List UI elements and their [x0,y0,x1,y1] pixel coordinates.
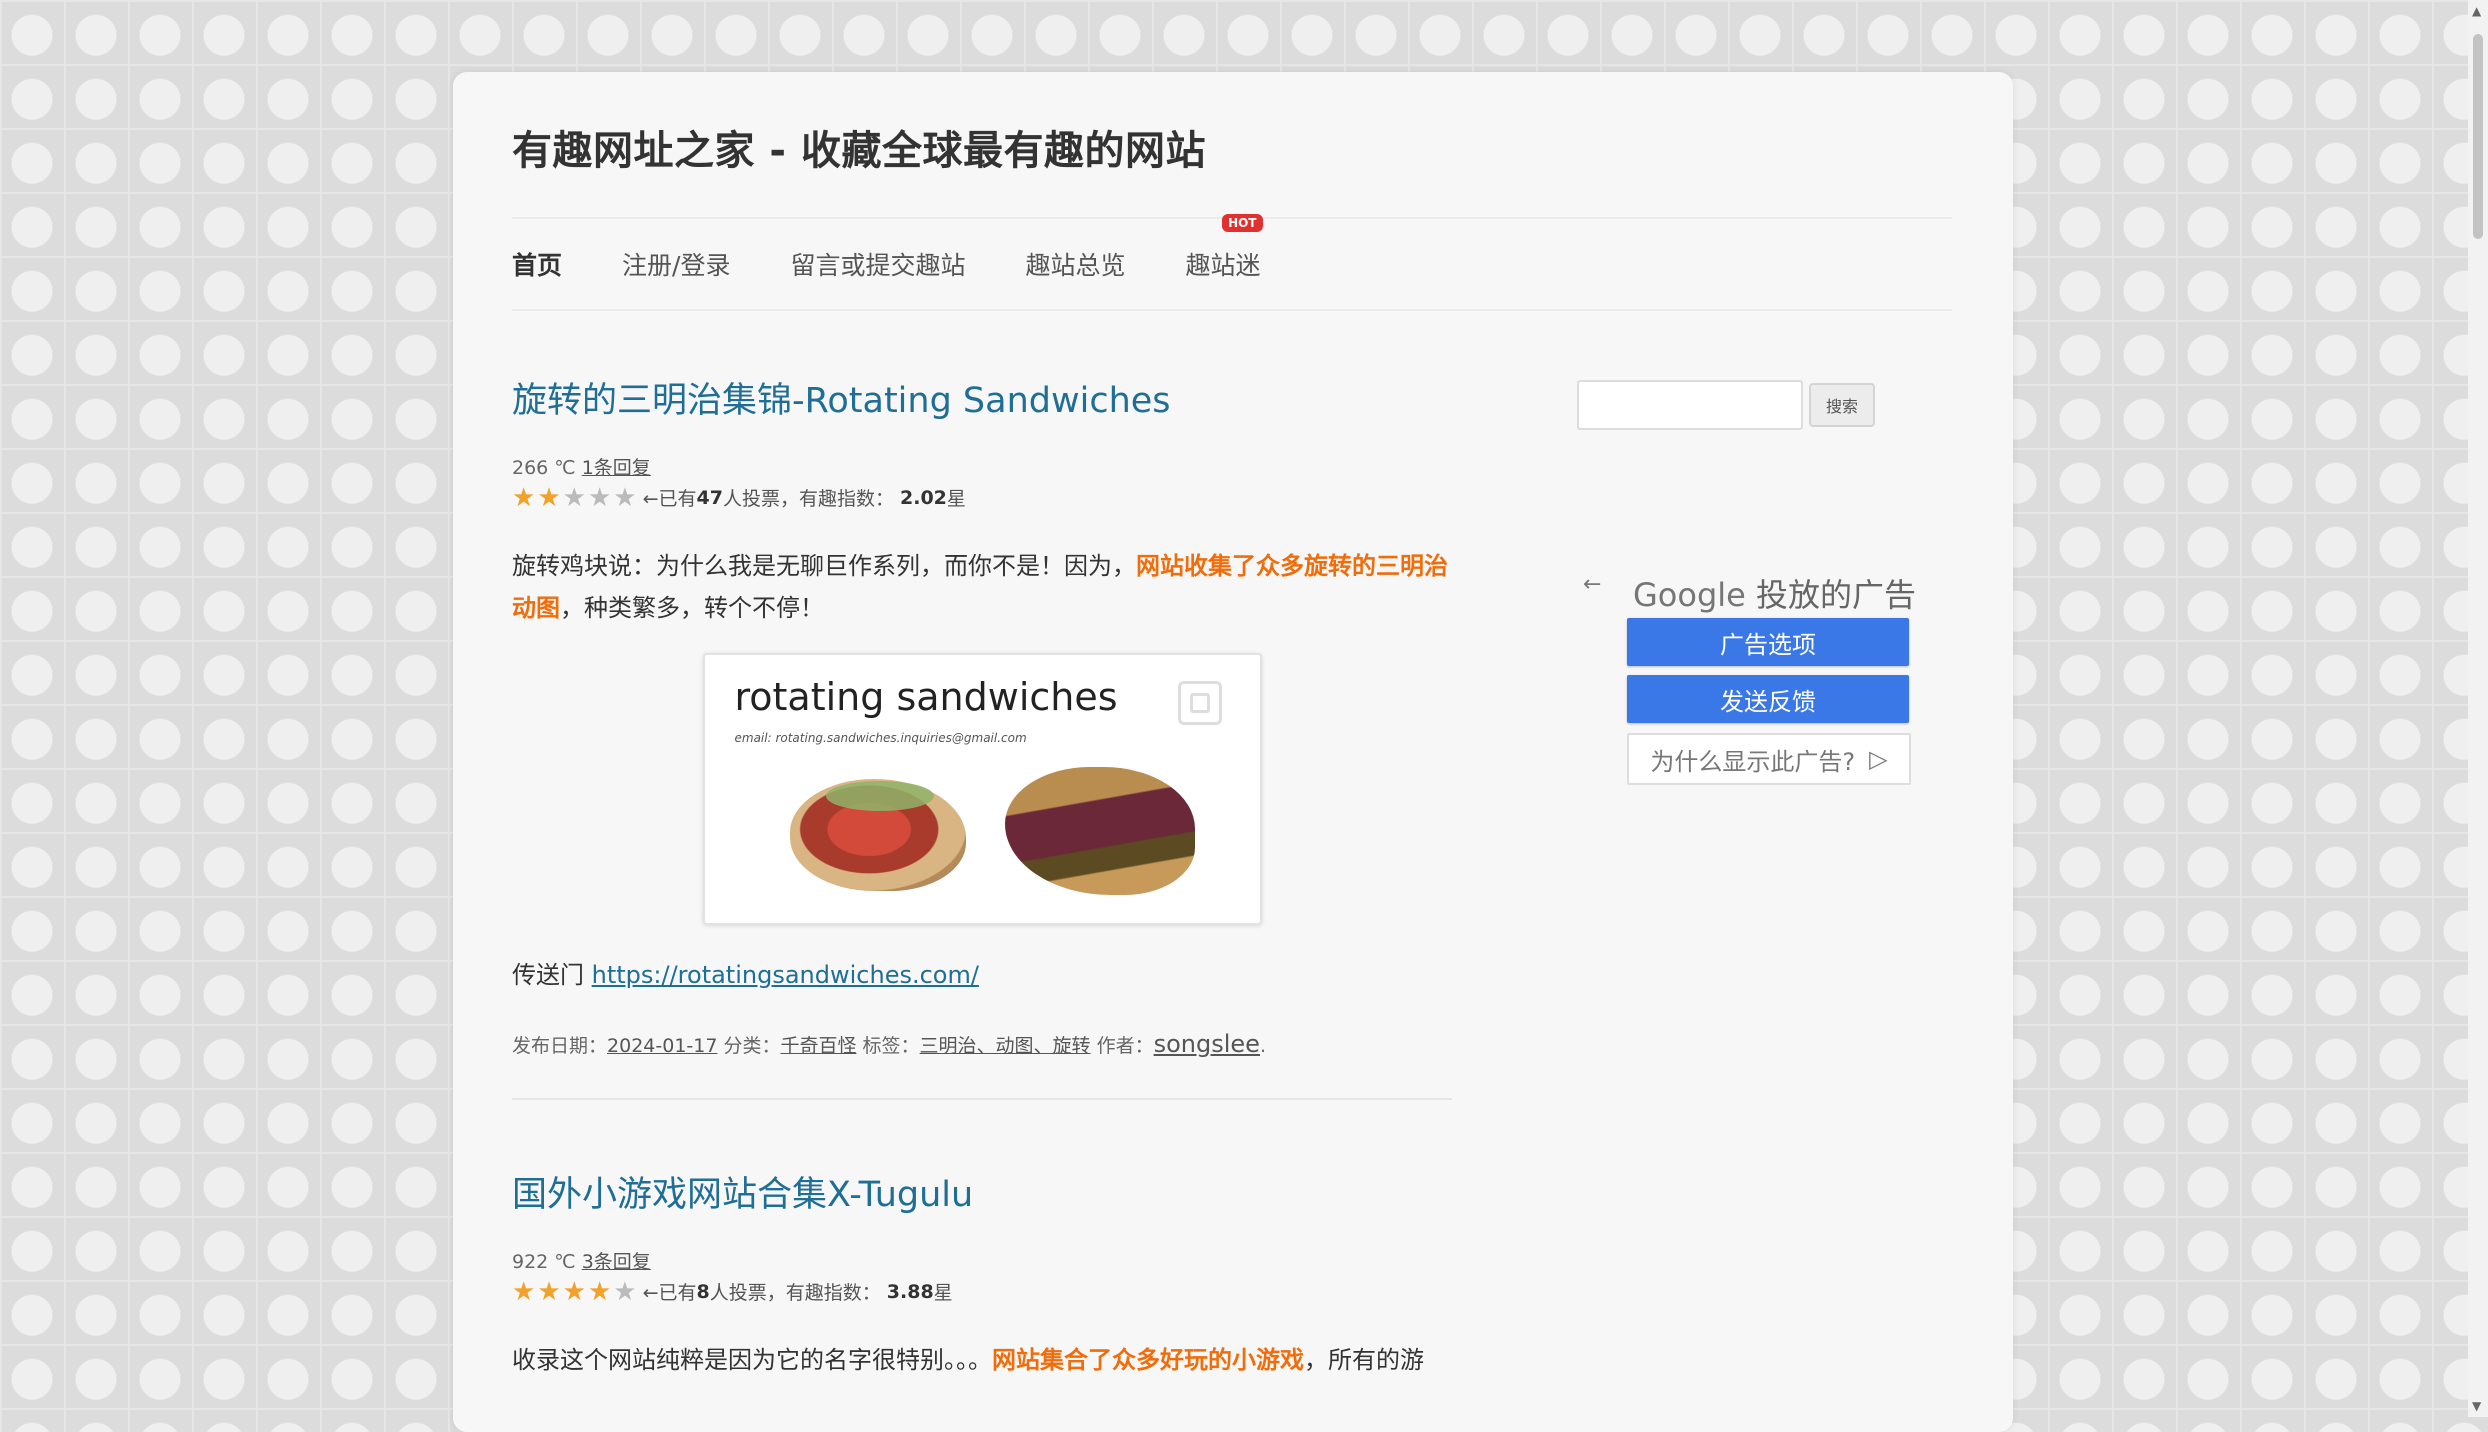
star-icon[interactable]: ★ [512,1279,535,1305]
post-list: 旋转的三明治集锦-Rotating Sandwiches 266 ℃ 1条回复 … [512,372,1452,1405]
scrollbar[interactable]: ▲ ▼ [2468,0,2488,1417]
nav-item-home[interactable]: 首页 [512,246,562,282]
tags-label: 标签： [856,1035,920,1057]
star-icon[interactable]: ★ [613,485,636,511]
post-excerpt: 收录这个网站纯粹是因为它的名字很特别。。。网站集合了众多好玩的小游戏，所有的游 [512,1339,1452,1381]
content-page: 有趣网址之家 - 收藏全球最有趣的网站 首页 注册/登录 留言或提交趣站 趣站总… [453,72,2013,1432]
date-label: 发布日期： [512,1035,608,1057]
post-meta: 266 ℃ 1条回复 [512,453,1452,480]
date-link[interactable]: 2024-01-17 [607,1035,717,1057]
why-this-ad-label: 为什么显示此广告? [1650,747,1856,776]
star-icon[interactable]: ★ [563,1279,586,1305]
main-nav: 首页 注册/登录 留言或提交趣站 趣站总览 趣站迷 HOT [512,214,1952,311]
site-title[interactable]: 有趣网址之家 - 收藏全球最有趣的网站 [512,118,1206,176]
search-form: 搜索 [1577,380,1957,430]
sidebar: 搜索 ← Google 投放的广告 广告选项 发送反馈 为什么显示此广告? ▷ [1577,380,1957,785]
rating-prefix: ←已有 [642,488,697,510]
sandwich-image [789,779,966,891]
star-icon[interactable]: ★ [563,485,586,511]
star-icon[interactable]: ★ [537,485,560,511]
rating-middle: 人投票，有趣指数： [722,488,894,510]
nav-item-login[interactable]: 注册/登录 [622,246,730,282]
view-count: 922 ℃ [512,1251,576,1273]
google-logo: Google [1633,576,1746,614]
tags-link[interactable]: 三明治、动图、旋转 [920,1035,1091,1057]
scroll-down-icon[interactable]: ▼ [2472,1399,2481,1413]
author-period: . [1259,1035,1266,1057]
scroll-thumb[interactable] [2473,34,2483,239]
scroll-up-icon[interactable]: ▲ [2472,4,2481,18]
post: 旋转的三明治集锦-Rotating Sandwiches 266 ℃ 1条回复 … [512,372,1452,1100]
star-icon[interactable]: ★ [588,1279,611,1305]
star-icon[interactable]: ★ [588,485,611,511]
camera-logo-icon [1177,681,1222,725]
post-title[interactable]: 国外小游戏网站合集X-Tugulu [512,1166,1452,1217]
ad-header: Google 投放的广告 [1633,570,1916,616]
post-excerpt: 旋转鸡块说：为什么我是无聊巨作系列，而你不是！因为，网站收集了众多旋转的三明治动… [512,545,1452,629]
excerpt-highlight: 网站集合了众多好玩的小游戏 [992,1346,1304,1374]
image-title: rotating sandwiches [734,675,1118,719]
nav-item-fans[interactable]: 趣站迷 HOT [1185,214,1263,282]
post: 国外小游戏网站合集X-Tugulu 922 ℃ 3条回复 ★ ★ ★ ★ ★ ←… [512,1166,1452,1381]
portal-line: 传送门 https://rotatingsandwiches.com/ [512,955,1452,990]
comment-link[interactable]: 3条回复 [582,1251,651,1273]
post-footer: 发布日期：2024-01-17 分类：千奇百怪 标签：三明治、动图、旋转 作者：… [512,1030,1452,1100]
fun-score: 2.02 [900,486,947,509]
nav-item-overview[interactable]: 趣站总览 [1025,246,1125,282]
sandwich-image [1004,767,1195,895]
star-rating[interactable]: ★ ★ ★ ★ ★ [512,485,637,511]
portal-label: 传送门 [512,961,592,989]
excerpt-text-end: ，所有的游 [1304,1346,1424,1374]
search-input[interactable] [1577,380,1803,430]
ad-options-button[interactable]: 广告选项 [1627,618,1909,666]
star-rating[interactable]: ★ ★ ★ ★ ★ [512,1279,637,1305]
post-meta: 922 ℃ 3条回复 [512,1247,1452,1274]
star-icon[interactable]: ★ [512,485,535,511]
star-icon[interactable]: ★ [613,1279,636,1305]
score-suffix: 星 [933,1282,953,1304]
nav-item-submit[interactable]: 留言或提交趣站 [790,246,965,282]
play-outline-icon: ▷ [1869,745,1888,773]
category-link[interactable]: 千奇百怪 [780,1035,856,1057]
portal-link[interactable]: https://rotatingsandwiches.com/ [592,961,979,989]
category-label: 分类： [717,1035,781,1057]
vote-count: 8 [696,1280,710,1303]
ad-header-text: 投放的广告 [1745,576,1917,614]
excerpt-text: 收录这个网站纯粹是因为它的名字很特别。。。 [512,1346,992,1374]
rating: ★ ★ ★ ★ ★ ←已有 8 人投票，有趣指数： 3.88 星 [512,1278,1452,1305]
excerpt-text: 旋转鸡块说：为什么我是无聊巨作系列，而你不是！因为， [512,552,1136,580]
excerpt-text-end: ，种类繁多，转个不停！ [560,594,824,622]
rating: ★ ★ ★ ★ ★ ←已有 47 人投票，有趣指数： 2.02 星 [512,484,1452,511]
vote-count: 47 [696,486,723,509]
nav-item-fans-label: 趣站迷 [1185,251,1261,280]
author-label: 作者： [1090,1035,1154,1057]
rating-prefix: ←已有 [642,1282,697,1304]
comment-link[interactable]: 1条回复 [582,457,651,479]
image-email: email: rotating.sandwiches.inquiries@gma… [734,731,1027,745]
arrow-left-icon[interactable]: ← [1583,572,1601,597]
fun-score: 3.88 [886,1280,934,1303]
why-this-ad-button[interactable]: 为什么显示此广告? ▷ [1627,733,1911,785]
author-link[interactable]: songslee [1154,1030,1260,1058]
star-icon[interactable]: ★ [537,1279,560,1305]
view-count: 266 ℃ [512,457,576,479]
search-button[interactable]: 搜索 [1809,383,1875,427]
score-suffix: 星 [946,488,966,510]
send-feedback-button[interactable]: 发送反馈 [1627,675,1909,723]
post-title[interactable]: 旋转的三明治集锦-Rotating Sandwiches [512,372,1452,423]
rating-middle: 人投票，有趣指数： [709,1282,881,1304]
post-image[interactable]: rotating sandwiches email: rotating.sand… [702,653,1262,925]
hot-badge: HOT [1222,214,1263,232]
